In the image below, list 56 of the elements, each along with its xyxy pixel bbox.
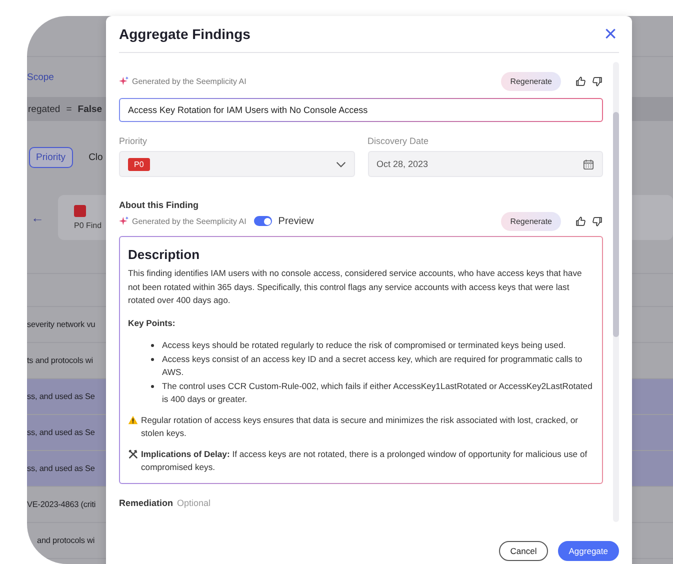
filter-field: regated <box>28 104 60 114</box>
calendar-icon <box>583 158 594 170</box>
priority-select[interactable]: P0 <box>119 151 354 177</box>
priority-badge: P0 <box>128 158 150 170</box>
close-button[interactable]: × <box>602 23 619 45</box>
dialog-title: Aggregate Findings <box>119 26 250 42</box>
optional-hint: Optional <box>177 498 211 508</box>
remediation-label: Remediation <box>119 498 174 508</box>
thumbs-down-icon[interactable] <box>592 216 603 226</box>
bullet-dot <box>151 384 154 388</box>
description-paragraph: This finding identifies IAM users with no console access, considered service accounts, who have access keys that have not been rotated within 365 days. Specifically, this control flags any service accounts with access keys that were last rotated over 400 days ago. <box>128 267 583 307</box>
description-heading: Description <box>128 246 201 264</box>
discovery-date-label: Discovery Date <box>368 136 430 146</box>
row-text: ts and protocols wi <box>27 356 93 365</box>
cancel-button[interactable]: Cancel <box>499 541 548 561</box>
description-editor[interactable] <box>119 236 603 484</box>
row-text: ss, and used as Se <box>27 392 95 401</box>
chevron-down-icon <box>336 160 346 168</box>
bullet-text: The control uses CCR Custom-Rule-002, which fails if either AccessKey1LastRotated or AccessKey2LastRotated is 400 days or greater. <box>162 380 594 406</box>
row-text: and protocols wi <box>37 536 95 545</box>
filter-operator: = <box>66 104 72 114</box>
row-text: VE-2023-4863 (criti <box>27 500 96 509</box>
section-heading: About this Finding <box>119 200 200 210</box>
date-field[interactable]: Oct 28, 2023 <box>368 151 603 177</box>
thumbs-up-icon[interactable] <box>575 216 586 226</box>
priority-label: Priority <box>119 136 148 146</box>
thumbs-up-icon[interactable] <box>575 76 586 86</box>
ai-generated-label: Generated by the Seemplicity AI <box>132 216 246 226</box>
card-label: P0 Find <box>74 220 102 230</box>
preview-label: Preview <box>278 216 314 226</box>
title-input[interactable]: Access Key Rotation for IAM Users with No Console Access <box>119 98 603 122</box>
row-text: ss, and used as Se <box>27 428 95 437</box>
tab[interactable]: Priority <box>29 146 73 168</box>
bullet-dot <box>151 358 154 360</box>
ai-generated-label: Generated by the Seemplicity AI <box>132 76 246 86</box>
sparkle-icon <box>119 216 129 226</box>
tab[interactable]: Clo <box>82 148 109 166</box>
tools-icon <box>128 448 138 458</box>
bullet-dot <box>151 344 154 347</box>
filter-value: False <box>78 104 102 114</box>
preview-toggle[interactable] <box>254 216 272 226</box>
row-text: severity network vu <box>27 320 96 329</box>
bullet-text: Access keys should be rotated regularly to reduce the risk of compromised or terminated keys being used. <box>162 339 566 352</box>
warning-icon <box>128 414 138 424</box>
regenerate-button[interactable]: Regenerate <box>501 212 561 230</box>
bullet-text: Access keys consist of an access key ID and a secret access key, which are required for programmatic calls to AWS. <box>162 352 584 379</box>
aggregate-button[interactable]: Aggregate <box>558 541 619 561</box>
warning-text: Regular rotation of access keys ensures that data is secure and minimizes the risk associated with lost, cracked, or stolen keys. <box>141 414 580 440</box>
scrollbar[interactable] <box>613 62 619 522</box>
key-points-label: Key Points: <box>128 316 176 330</box>
row-text: ss, and used as Se <box>27 464 95 473</box>
sparkle-icon <box>119 76 129 86</box>
regenerate-button[interactable]: Regenerate <box>501 72 561 90</box>
back-arrow[interactable]: ← <box>27 210 44 224</box>
thumbs-down-icon[interactable] <box>592 76 603 86</box>
implications-text: Implications of Delay: If access keys are not rotated, there is a prolonged window of opportunity for malicious use of compromised keys. <box>141 448 588 474</box>
